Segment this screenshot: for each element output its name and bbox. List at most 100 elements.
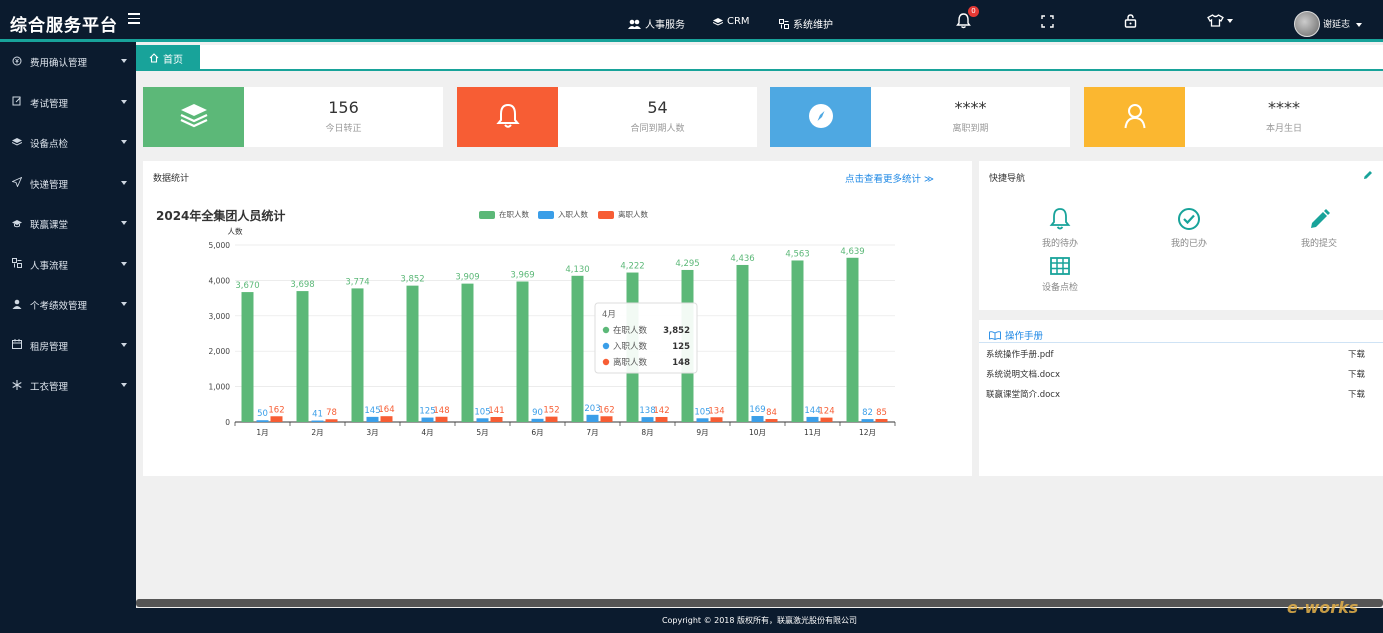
quick-item-inspection[interactable]: 设备点检 <box>1020 257 1100 293</box>
stat-card[interactable]: 54 合同到期人数 <box>457 87 757 147</box>
sidebar-item-label: 费用确认管理 <box>30 58 88 70</box>
sidebar-item-label: 快递管理 <box>30 179 69 191</box>
data-label: 134 <box>708 406 724 416</box>
stat-card[interactable]: 156 今日转正 <box>143 87 443 147</box>
x-tick-label: 2月 <box>311 428 323 437</box>
bar <box>241 292 254 422</box>
stat-card[interactable]: **** 本月生日 <box>1084 87 1383 147</box>
nav-link-crm[interactable]: CRM <box>713 16 750 27</box>
sidebar-item-label: 人事流程 <box>30 260 69 272</box>
y-tick-label: 3,000 <box>209 312 231 321</box>
bar <box>531 418 544 422</box>
tab-label: 首页 <box>163 54 183 66</box>
top-bar: 综合服务平台 人事服务 CRM 系统维护 0 谢延志 <box>0 0 1383 42</box>
quick-item-todo[interactable]: 我的待办 <box>1020 207 1100 249</box>
data-label: 84 <box>766 408 777 418</box>
layers-icon <box>180 103 208 132</box>
data-label: 85 <box>876 408 887 418</box>
quick-item-label: 我的已办 <box>1170 239 1207 249</box>
sidebar-item[interactable]: 联赢课堂 <box>0 204 136 245</box>
download-link[interactable]: 下载 <box>1348 388 1365 402</box>
bar <box>545 416 558 422</box>
chevron-down-icon <box>121 59 127 63</box>
quick-item-submitted[interactable]: 我的提交 <box>1279 207 1359 249</box>
download-link[interactable]: 下载 <box>1348 348 1365 362</box>
quick-item-done[interactable]: 我的已办 <box>1149 207 1229 249</box>
bar <box>461 283 474 422</box>
tooltip-marker <box>602 342 610 350</box>
data-label: 142 <box>653 406 669 416</box>
tooltip-title: 4月 <box>602 310 616 320</box>
panel-title: 快捷导航 <box>989 174 1026 184</box>
sidebar-item[interactable]: 个考绩效管理 <box>0 285 136 326</box>
manual-header: 操作手册 <box>989 328 1043 342</box>
nav-link-label: CRM <box>727 16 750 27</box>
x-tick-label: 7月 <box>586 428 598 437</box>
manual-panel: 操作手册 系统操作手册.pdf 下载 系统说明文档.docx 下载 联赢课堂简介.d… <box>979 320 1383 476</box>
bar <box>421 417 434 422</box>
y-tick-label: 0 <box>225 418 230 427</box>
stat-label: 离职到期 <box>952 124 989 134</box>
theme-switcher[interactable] <box>1207 14 1233 27</box>
stat-label: 今日转正 <box>325 124 362 134</box>
bar <box>600 416 613 422</box>
data-label: 78 <box>326 408 337 418</box>
sidebar-item[interactable]: 人事流程 <box>0 245 136 286</box>
list-item: 系统操作手册.pdf 下载 <box>986 348 1365 362</box>
bar <box>490 417 503 422</box>
stat-card[interactable]: **** 离职到期 <box>770 87 1070 147</box>
check-circle-icon <box>1178 208 1200 230</box>
menu-toggle-icon[interactable] <box>128 13 140 25</box>
x-tick-label: 9月 <box>696 428 708 437</box>
bar <box>791 260 804 422</box>
data-label: 4,295 <box>675 259 699 269</box>
nav-link-system[interactable]: 系统维护 <box>779 16 833 31</box>
data-label: 3,969 <box>510 270 534 280</box>
sidebar-item-label: 个考绩效管理 <box>30 301 88 313</box>
chevron-down-icon <box>121 140 127 144</box>
doc-name: 系统说明文档.docx <box>986 370 1061 380</box>
sidebar-item[interactable]: 设备点检 <box>0 123 136 164</box>
data-label: 3,774 <box>345 277 369 287</box>
sidebar-item-label: 联赢课堂 <box>30 220 69 232</box>
bar <box>296 291 309 422</box>
stat-card-tile <box>143 87 244 147</box>
download-link[interactable]: 下载 <box>1348 368 1365 382</box>
avatar[interactable] <box>1294 11 1320 37</box>
chevron-down-icon <box>121 99 127 104</box>
fullscreen-icon[interactable] <box>1041 15 1054 28</box>
bar <box>586 414 599 422</box>
layers-icon <box>713 17 723 26</box>
lock-icon[interactable] <box>1124 14 1137 28</box>
nav-link-hr[interactable]: 人事服务 <box>628 16 685 31</box>
user-menu[interactable]: 谢延志 <box>1323 17 1362 30</box>
settings-icon <box>779 18 789 29</box>
bar <box>696 418 709 422</box>
edit-icon[interactable] <box>1363 170 1373 180</box>
bar <box>270 416 283 422</box>
bar <box>366 416 379 422</box>
x-tick-label: 12月 <box>859 428 876 437</box>
bell-icon <box>495 103 520 132</box>
tshirt-icon <box>1207 14 1224 27</box>
sidebar-item[interactable]: 工衣管理 <box>0 366 136 407</box>
calendar-icon <box>12 339 24 352</box>
compass-icon <box>808 103 834 132</box>
data-label: 169 <box>749 405 765 415</box>
pencil-icon <box>1311 209 1330 228</box>
sidebar-item[interactable]: 租房管理 <box>0 326 136 367</box>
send-icon <box>11 176 24 190</box>
sidebar-item[interactable]: 费用确认管理 <box>0 42 136 83</box>
tab-home[interactable]: 首页 <box>136 45 200 71</box>
bar <box>806 416 819 422</box>
data-label: 3,698 <box>290 280 314 290</box>
sidebar-item[interactable]: 考试管理 <box>0 83 136 124</box>
horizontal-scrollbar[interactable] <box>136 599 1383 607</box>
bar <box>325 419 338 422</box>
sidebar-item-label: 工衣管理 <box>30 382 69 394</box>
manual-title: 操作手册 <box>1005 331 1044 342</box>
bar <box>820 417 833 422</box>
table-icon <box>1050 257 1070 275</box>
sidebar-item[interactable]: 快递管理 <box>0 164 136 205</box>
bar <box>765 419 778 422</box>
